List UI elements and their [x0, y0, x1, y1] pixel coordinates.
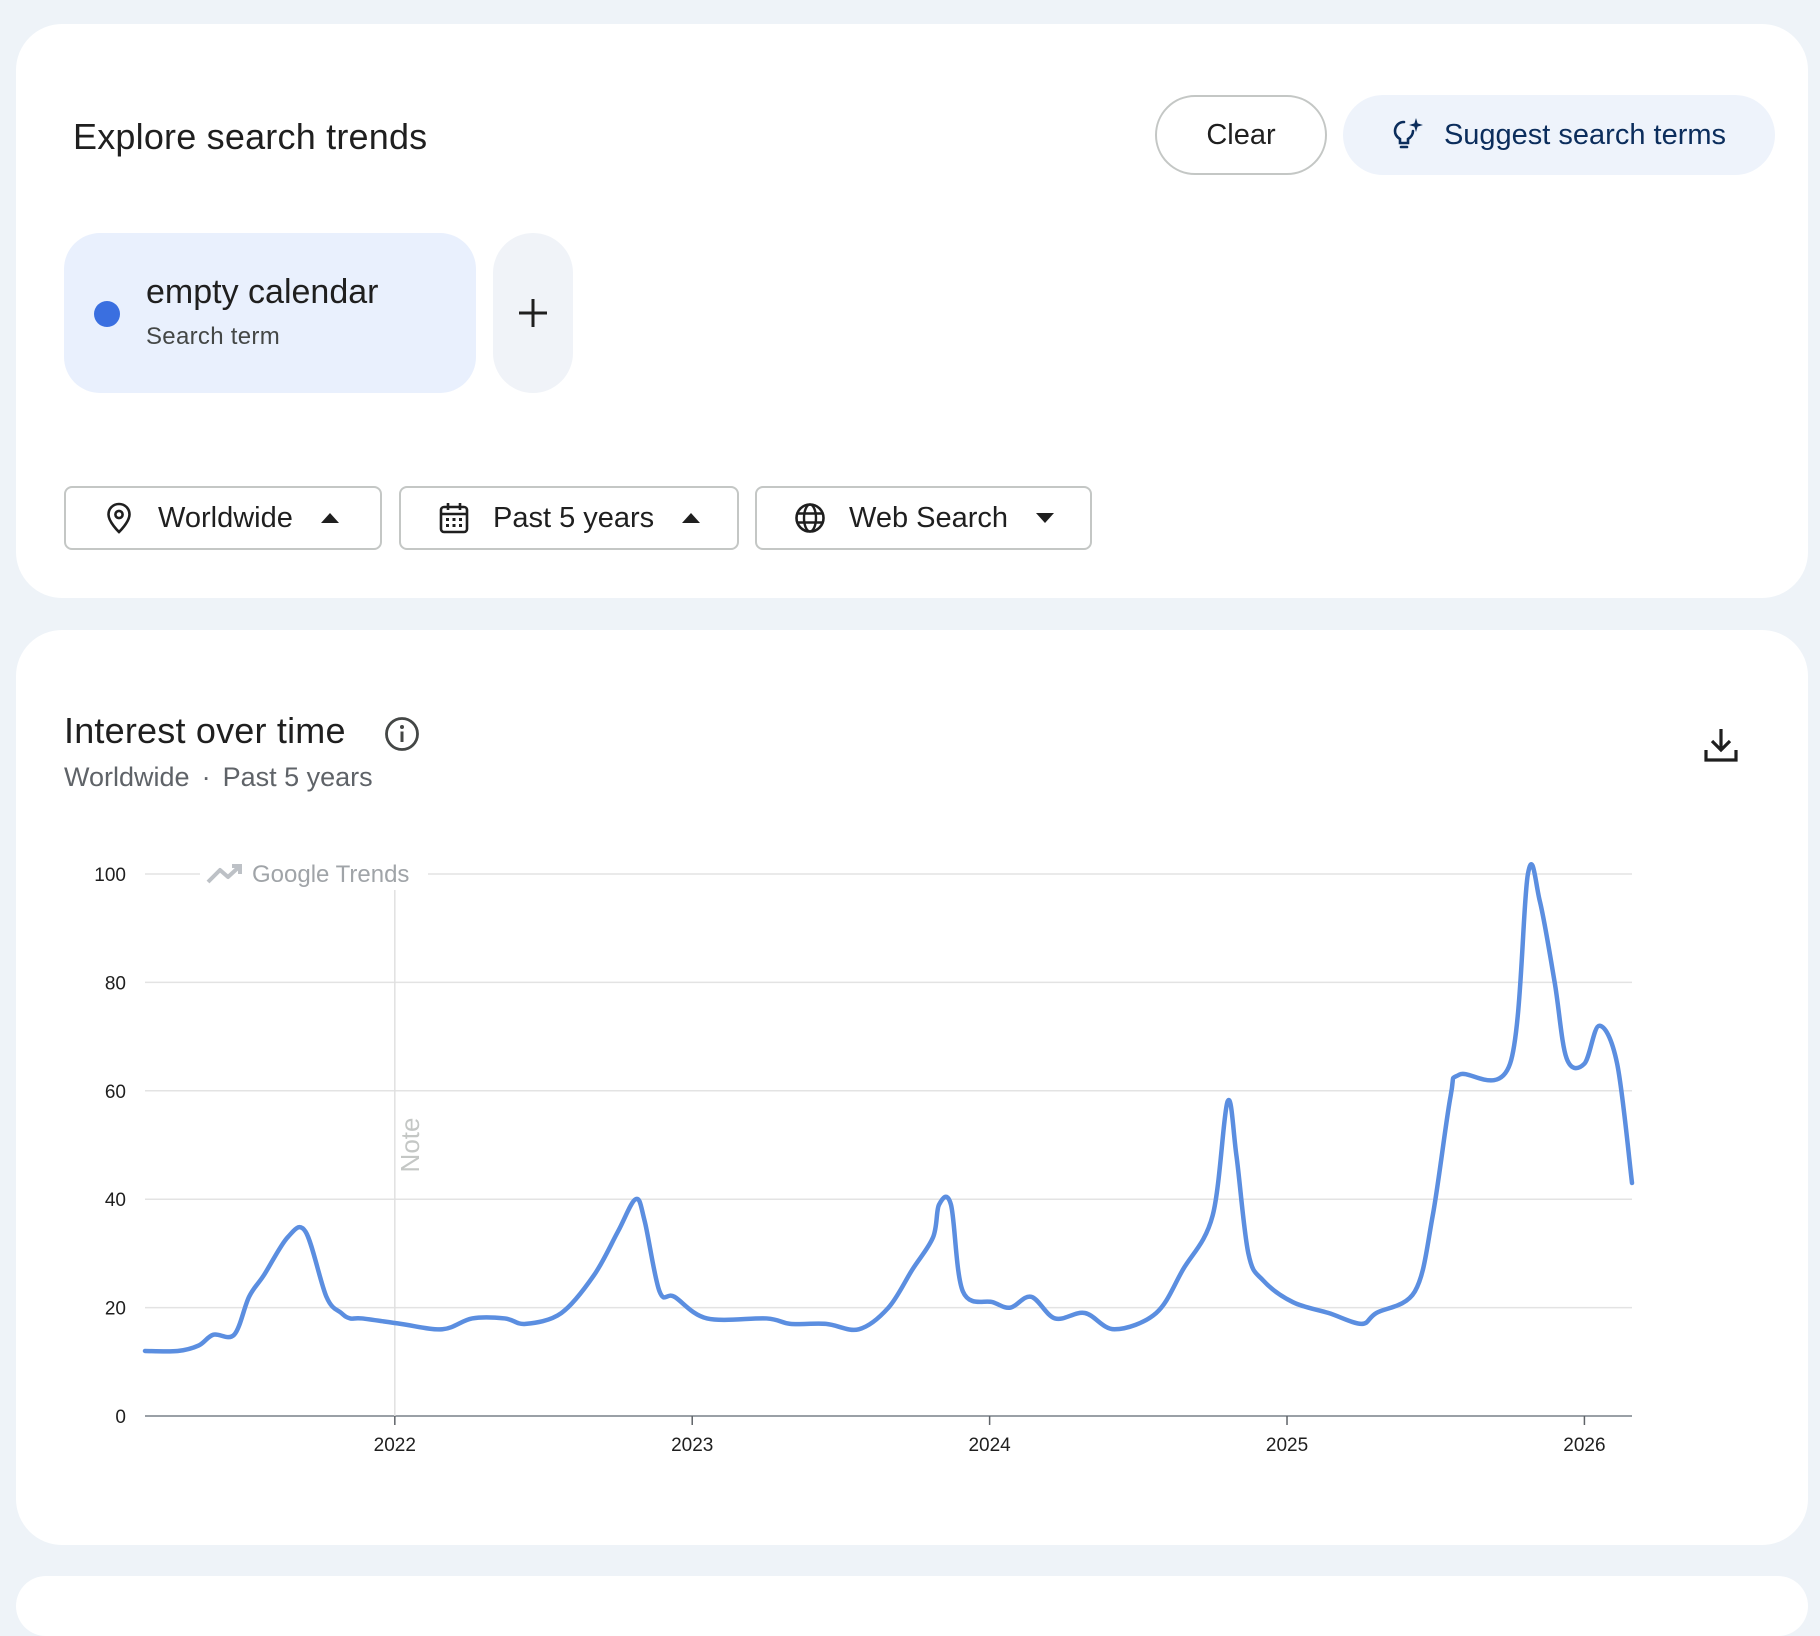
calendar-icon [437, 501, 471, 535]
search-term-chip[interactable]: empty calendar Search term [64, 233, 476, 393]
location-filter[interactable]: Worldwide [64, 486, 382, 550]
y-tick-label: 20 [105, 1299, 126, 1320]
search-term-kind: Search term [146, 323, 280, 351]
x-tick-label: 2023 [671, 1435, 713, 1456]
globe-icon [793, 501, 827, 535]
note-label: Note [395, 1118, 425, 1173]
plus-icon [517, 297, 549, 329]
x-tick-label: 2022 [374, 1435, 416, 1456]
location-filter-label: Worldwide [158, 502, 293, 535]
watermark-text: Google Trends [252, 861, 409, 888]
suggest-button-label: Suggest search terms [1444, 119, 1726, 152]
next-card [16, 1576, 1808, 1636]
y-tick-label: 0 [115, 1407, 126, 1428]
caret-down-icon [1036, 513, 1054, 523]
series-line-0 [145, 864, 1632, 1351]
add-term-button[interactable] [493, 233, 573, 393]
series-color-dot [94, 301, 120, 327]
search-property-label: Web Search [849, 502, 1008, 535]
x-tick-label: 2024 [968, 1435, 1011, 1456]
suggest-search-terms-button[interactable]: Suggest search terms [1343, 95, 1775, 175]
explore-title: Explore search trends [73, 116, 427, 158]
interest-chart: 0 20 40 60 80 100 2022 2023 2024 2025 2026 Note Go… [16, 630, 1808, 1545]
interest-card: Interest over time Worldwide·Past 5 year… [16, 630, 1808, 1545]
x-tick-label: 2026 [1563, 1435, 1605, 1456]
clear-button[interactable]: Clear [1155, 95, 1327, 175]
y-tick-label: 60 [105, 1082, 126, 1103]
caret-up-icon [321, 513, 339, 523]
y-tick-label: 40 [105, 1190, 126, 1211]
clear-button-label: Clear [1206, 119, 1275, 152]
search-property-filter[interactable]: Web Search [755, 486, 1092, 550]
caret-up-icon [682, 513, 700, 523]
explore-card: Explore search trends Clear Suggest sear… [16, 24, 1808, 598]
y-tick-label: 80 [105, 973, 126, 994]
y-tick-label: 100 [94, 865, 126, 886]
x-tick-label: 2025 [1266, 1435, 1308, 1456]
search-term-name: empty calendar [146, 273, 378, 312]
lightbulb-sparkle-icon [1392, 116, 1426, 154]
location-pin-icon [102, 501, 136, 535]
time-range-filter[interactable]: Past 5 years [399, 486, 739, 550]
time-range-label: Past 5 years [493, 502, 654, 535]
